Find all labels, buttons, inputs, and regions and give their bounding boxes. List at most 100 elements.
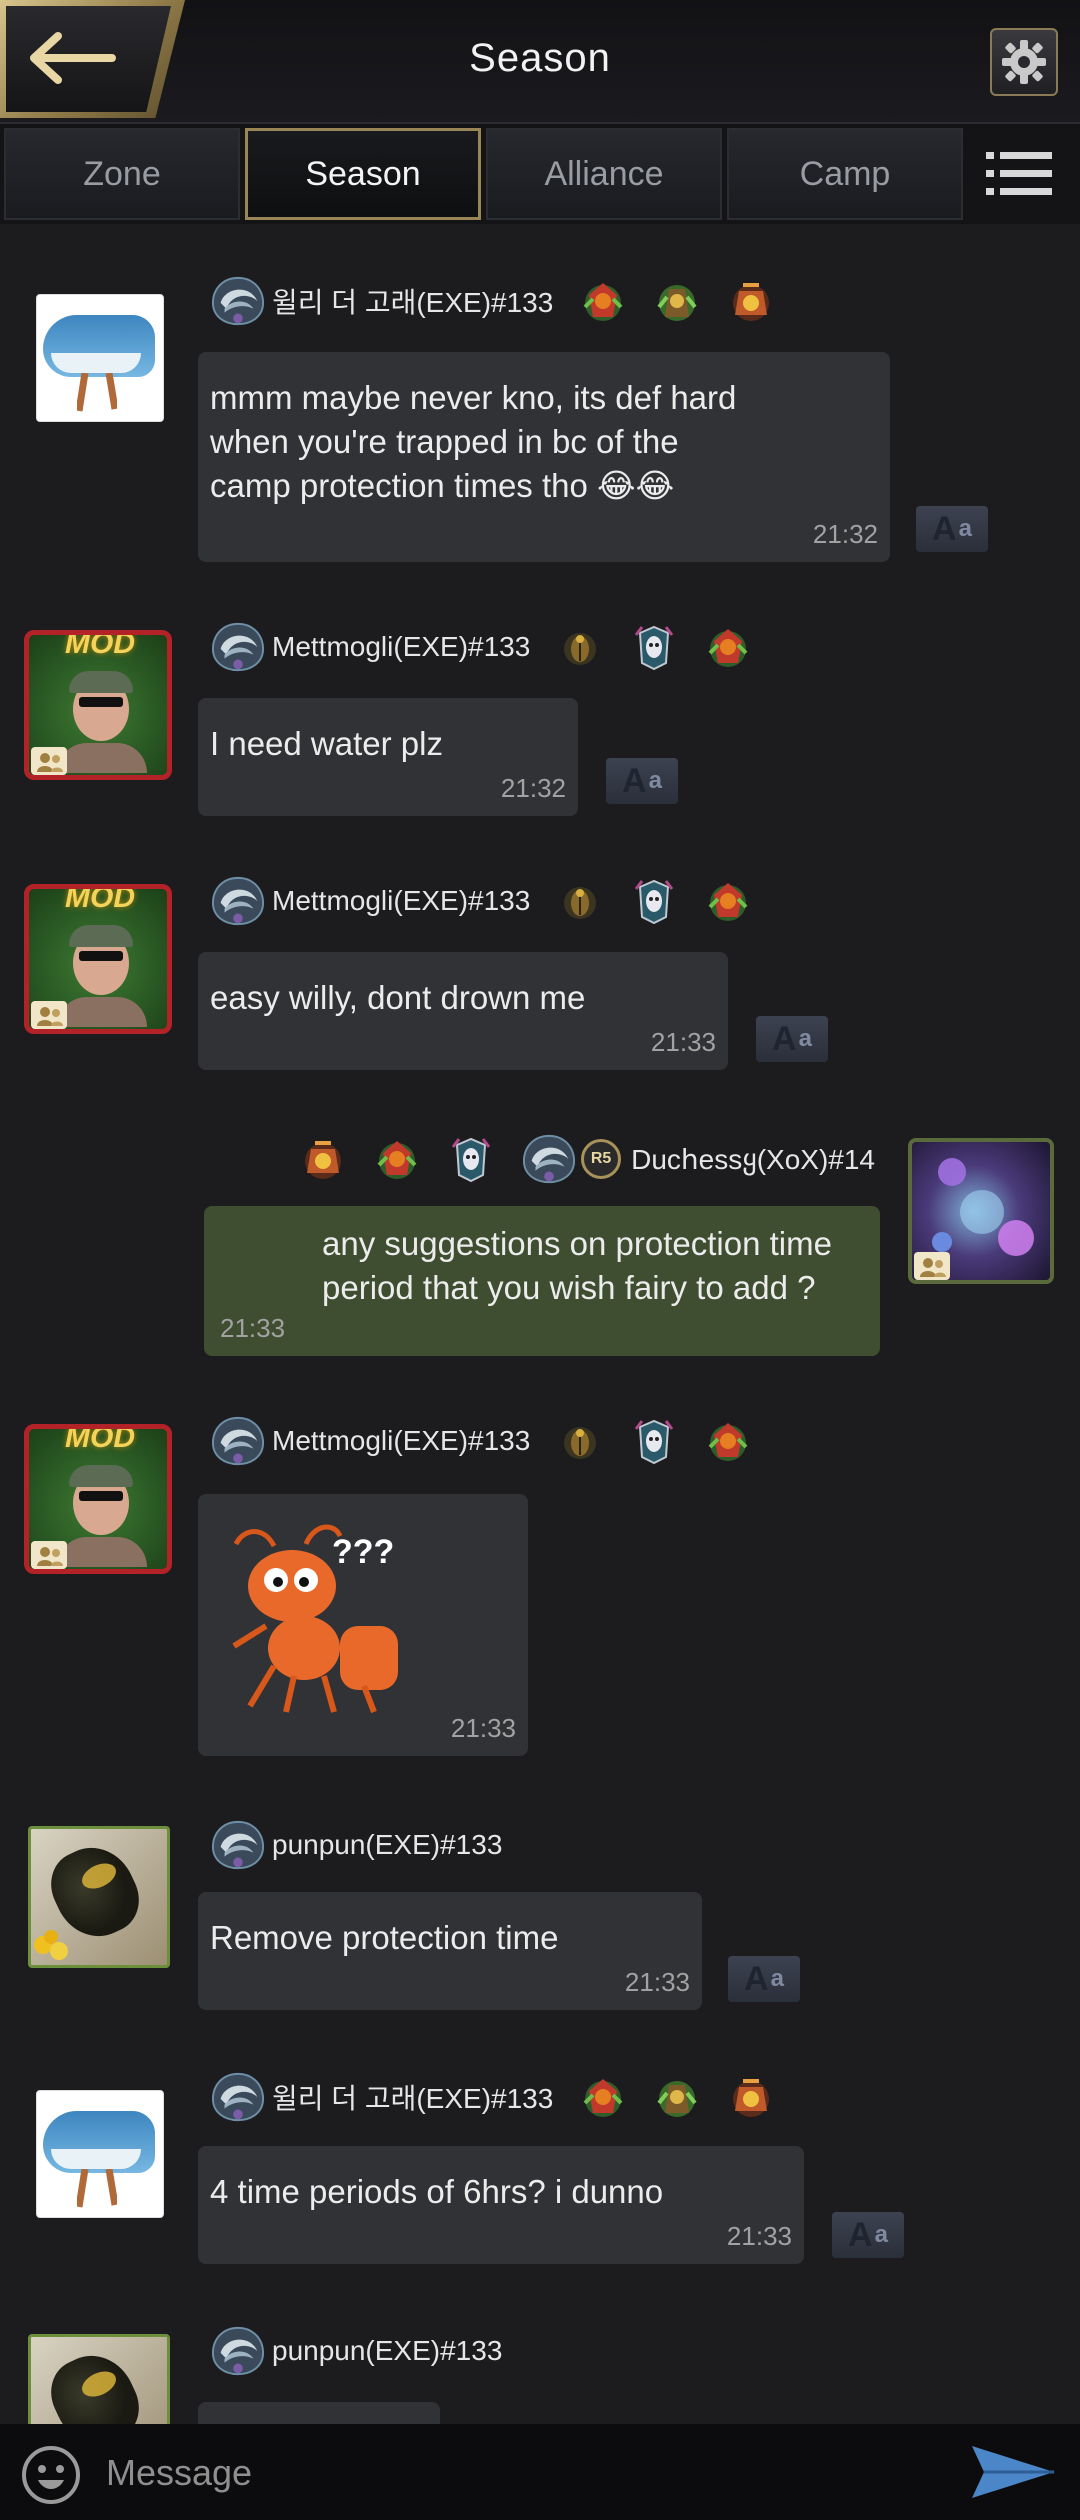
translate-icon: A: [772, 1019, 797, 1058]
orange-helmet-badge-icon: [731, 2079, 772, 2119]
chat-channel-tabs: Zone Season Alliance Camp: [0, 124, 1080, 224]
ghost-badge-icon: [634, 625, 674, 671]
green-helmet-badge-icon: [657, 283, 698, 323]
avatar[interactable]: [36, 294, 164, 422]
translate-icon: A: [622, 761, 647, 800]
author-name: 윌리 더 고래(EXE)#133: [272, 287, 554, 318]
rank-r5-badge: R5: [581, 1139, 622, 1179]
avatar[interactable]: MOD: [24, 884, 172, 1034]
message-bubble[interactable]: Remove protection time 21:33: [198, 1892, 702, 2010]
rank-shell-icon: [211, 876, 265, 926]
people-icon: [31, 1541, 67, 1569]
sticker-bubble[interactable]: ??? 21:33: [198, 1494, 528, 1756]
author-row: Mettmogli(EXE)#133: [210, 874, 752, 928]
emoji-icon[interactable]: [20, 2444, 82, 2506]
red-helmet-badge-icon: [708, 1421, 749, 1463]
settings-button[interactable]: [990, 28, 1058, 96]
message-composer: [0, 2424, 1080, 2520]
rank-shell-icon: [211, 622, 265, 672]
author-row: Mettmogli(EXE)#133: [210, 1414, 752, 1468]
message-bubble[interactable]: any suggestions on protection time perio…: [204, 1206, 880, 1356]
bug-badge-icon: [563, 632, 598, 666]
translate-icon: A: [744, 1959, 769, 1998]
top-bar: Season: [0, 0, 1080, 124]
avatar[interactable]: [28, 1826, 170, 1968]
rank-shell-icon: [211, 276, 265, 326]
red-helmet-badge-icon: [583, 2077, 624, 2119]
author-name: Mettmogli(EXE)#133: [272, 885, 531, 916]
translate-button[interactable]: Aa: [756, 1016, 828, 1062]
author-name: punpun(EXE)#133: [272, 2335, 503, 2366]
bug-badge-icon: [563, 1426, 598, 1460]
mod-tag: MOD: [65, 630, 135, 660]
author-row: R5 Ducհessყ(XoX)#14: [299, 1132, 875, 1186]
avatar[interactable]: [36, 2090, 164, 2218]
message-bubble[interactable]: 4 time periods of 6hrs? i dunno 21:33: [198, 2146, 804, 2264]
red-helmet-badge-icon: [708, 881, 749, 923]
author-name: Mettmogli(EXE)#133: [272, 1425, 531, 1456]
menu-icon[interactable]: [986, 150, 1052, 198]
rank-shell-icon: [211, 1416, 265, 1466]
avatar[interactable]: MOD: [24, 630, 172, 780]
orange-helmet-badge-icon: [303, 1141, 344, 1181]
message-time: 21:33: [450, 1713, 516, 1743]
translate-icon: A: [932, 509, 957, 548]
translate-button[interactable]: Aa: [606, 758, 678, 804]
message-time: 21:33: [650, 1027, 716, 1057]
tab-camp[interactable]: Camp: [727, 128, 963, 220]
author-row: punpun(EXE)#133: [210, 1818, 502, 1872]
send-arrow-icon[interactable]: [970, 2442, 1056, 2502]
rank-shell-icon: [211, 2072, 265, 2122]
author-name: 윌리 더 고래(EXE)#133: [272, 2083, 554, 2114]
message-time: 21:33: [220, 1313, 286, 1343]
tab-zone[interactable]: Zone: [4, 128, 240, 220]
rank-shell-icon: [211, 2326, 265, 2376]
message-bubble[interactable]: I need water plz 21:32: [198, 698, 578, 816]
message-bubble[interactable]: mmm maybe never kno, its def hard when y…: [198, 352, 890, 562]
author-row: 윌리 더 고래(EXE)#133: [210, 274, 775, 328]
tab-alliance[interactable]: Alliance: [486, 128, 722, 220]
avatar[interactable]: [908, 1138, 1054, 1284]
page-title: Season: [469, 36, 611, 80]
message-bubble[interactable]: easy willy, dont drown me 21:33: [198, 952, 728, 1070]
rank-shell-icon: [523, 1134, 576, 1184]
author-row: Mettmogli(EXE)#133: [210, 620, 752, 674]
rank-shell-icon: [211, 1820, 265, 1870]
message-time: 21:32: [812, 519, 878, 549]
translate-button[interactable]: Aa: [916, 506, 988, 552]
author-row: 윌리 더 고래(EXE)#133: [210, 2070, 775, 2124]
red-helmet-badge-icon: [708, 627, 749, 669]
people-icon: [31, 1001, 67, 1029]
people-icon: [914, 1252, 950, 1280]
author-name: punpun(EXE)#133: [272, 1829, 503, 1860]
tab-season[interactable]: Season: [245, 128, 481, 220]
message-text: mmm maybe never kno, its def hard when y…: [210, 379, 737, 504]
message-text: easy willy, dont drown me: [210, 979, 586, 1016]
red-helmet-badge-icon: [377, 1139, 418, 1181]
mod-tag: MOD: [65, 1424, 135, 1454]
sticker-text: ???: [332, 1533, 395, 1571]
message-text: I need water plz: [210, 725, 443, 762]
mod-tag: MOD: [65, 884, 135, 914]
translate-button[interactable]: Aa: [832, 2212, 904, 2258]
author-name: Mettmogli(EXE)#133: [272, 631, 531, 662]
people-icon: [31, 747, 67, 775]
message-input[interactable]: [104, 2440, 948, 2506]
message-text: 4 time periods of 6hrs? i dunno: [210, 2173, 664, 2210]
message-time: 21:32: [500, 773, 566, 803]
message-text: Remove protection time: [210, 1919, 559, 1956]
message-time: 21:33: [726, 2221, 792, 2251]
author-name: Ducհessყ(XoX)#14: [631, 1143, 875, 1175]
avatar[interactable]: MOD: [24, 1424, 172, 1574]
flower-icon: [34, 1930, 68, 1960]
author-row: punpun(EXE)#133: [210, 2324, 502, 2378]
green-helmet-badge-icon: [657, 2079, 698, 2119]
message-time: 21:33: [624, 1967, 690, 1997]
translate-button[interactable]: Aa: [728, 1956, 800, 2002]
ghost-badge-icon: [634, 1419, 674, 1465]
orange-helmet-badge-icon: [731, 283, 772, 323]
red-helmet-badge-icon: [583, 281, 624, 323]
ghost-badge-icon: [634, 879, 674, 925]
gear-icon: [1002, 40, 1046, 84]
ghost-badge-icon: [451, 1137, 491, 1183]
